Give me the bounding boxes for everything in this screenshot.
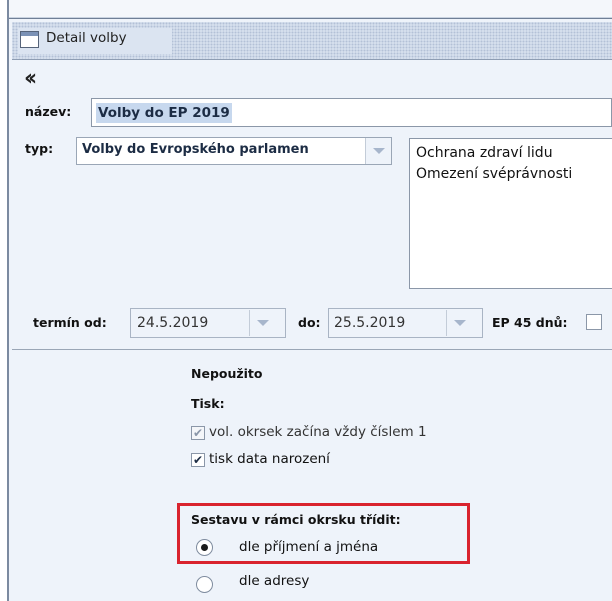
- name-label: název:: [25, 104, 72, 119]
- checkmark-icon: ✔: [192, 453, 204, 467]
- double-chevron-left-icon[interactable]: ‹‹: [24, 68, 37, 90]
- list-item[interactable]: Omezení svéprávnosti: [416, 166, 572, 182]
- name-value[interactable]: Volby do EP 2019: [96, 103, 232, 123]
- radio-sort-by-address-label: dle adresy: [239, 573, 310, 589]
- outer-window-edge: [0, 0, 9, 601]
- window-icon: [20, 31, 39, 48]
- radio-sort-by-name-label: dle příjmení a jména: [239, 539, 379, 555]
- checkbox-district-number-label: vol. okrsek začína vždy číslem 1: [209, 424, 427, 440]
- date-from-value: 24.5.2019: [137, 315, 209, 331]
- ep45-checkbox[interactable]: [586, 314, 602, 330]
- radio-selected-dot: [201, 544, 208, 551]
- sort-section-label: Sestavu v rámci okrsku třídit:: [191, 512, 401, 527]
- ep45-label: EP 45 dnů:: [492, 315, 568, 330]
- chevron-down-icon: [257, 320, 269, 326]
- checkbox-district-number[interactable]: ✔: [191, 426, 205, 440]
- date-from-dropdown-button[interactable]: [249, 310, 275, 336]
- chevron-down-icon: [454, 320, 466, 326]
- date-to-dropdown-button[interactable]: [446, 310, 472, 336]
- checkbox-print-birthdate[interactable]: ✔: [191, 453, 205, 467]
- reasons-list[interactable]: Ochrana zdraví lidu Omezení svéprávnosti: [409, 138, 612, 289]
- date-from-label: termín od:: [33, 315, 107, 330]
- checkmark-icon: ✔: [192, 426, 204, 440]
- frame-title: Detail volby: [46, 30, 127, 46]
- checkbox-print-birthdate-label: tisk data narození: [209, 451, 330, 467]
- outer-window-strip: [0, 0, 612, 18]
- unused-label: Nepoužito: [191, 366, 263, 381]
- date-to-label: do:: [298, 315, 321, 330]
- list-item[interactable]: Ochrana zdraví lidu: [416, 145, 553, 161]
- date-to-value: 25.5.2019: [334, 315, 406, 331]
- radio-sort-by-name[interactable]: [196, 539, 213, 556]
- type-value: Volby do Evropského parlamen: [82, 142, 309, 157]
- chevron-down-icon: [373, 148, 385, 154]
- type-dropdown-button[interactable]: [365, 138, 391, 164]
- print-section-label: Tisk:: [191, 396, 225, 411]
- type-label: typ:: [25, 141, 54, 156]
- radio-sort-by-address[interactable]: [196, 576, 213, 593]
